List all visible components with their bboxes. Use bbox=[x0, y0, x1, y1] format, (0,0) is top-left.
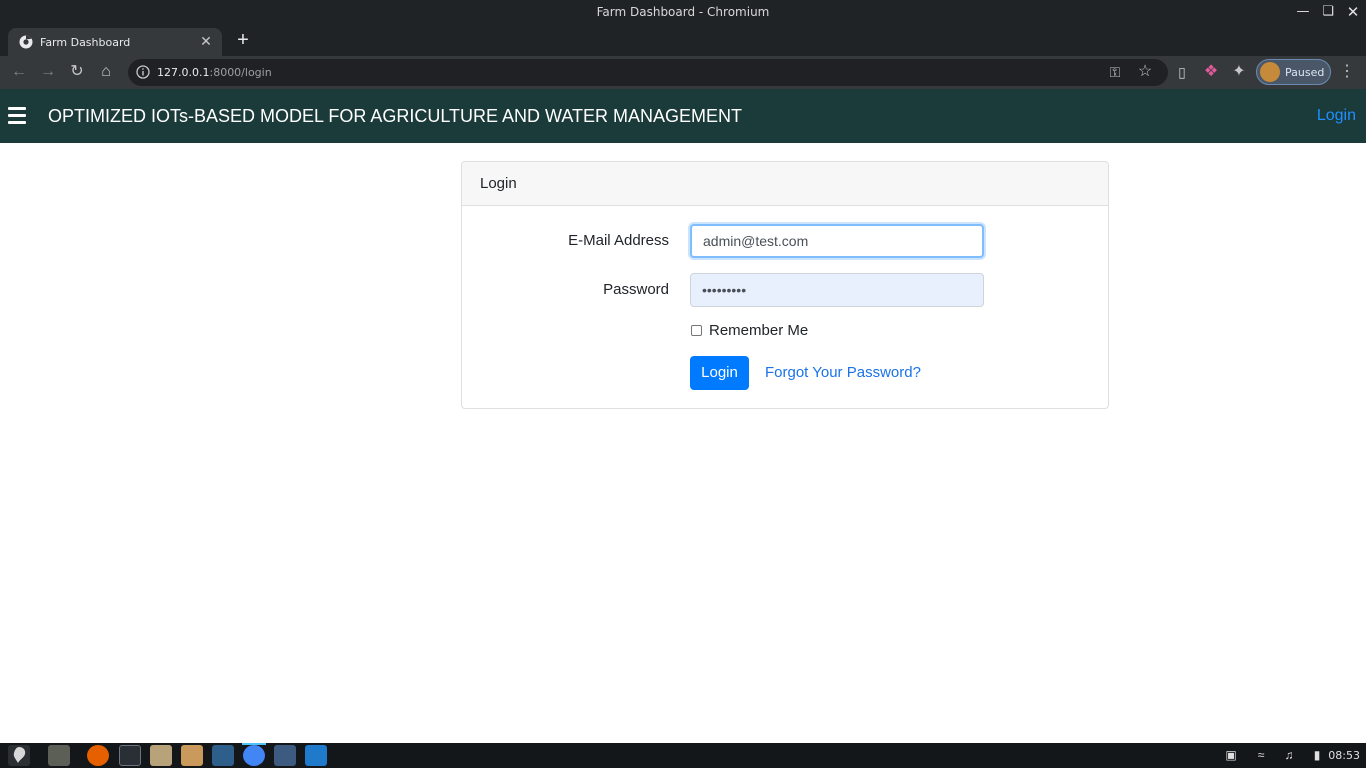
battery-icon[interactable]: ▮ bbox=[1309, 747, 1325, 763]
password-field[interactable] bbox=[690, 273, 984, 307]
app-navbar: OPTIMIZED IOTs-BASED MODEL FOR AGRICULTU… bbox=[0, 89, 1366, 143]
gnome-icon[interactable] bbox=[8, 745, 30, 766]
mysql-workbench-icon[interactable] bbox=[212, 745, 234, 766]
home-icon[interactable]: ⌂ bbox=[97, 63, 115, 81]
page-content: OPTIMIZED IOTs-BASED MODEL FOR AGRICULTU… bbox=[0, 89, 1366, 743]
tab-strip: Farm Dashboard ✕ bbox=[0, 25, 1366, 56]
minimize-icon[interactable]: — bbox=[1294, 3, 1312, 21]
menu-kebab-icon[interactable]: ⋮ bbox=[1338, 63, 1356, 81]
login-card: Login E-Mail Address Password Remember M… bbox=[461, 161, 1109, 409]
reload-icon[interactable]: ↻ bbox=[68, 63, 86, 81]
email-label: E-Mail Address bbox=[568, 232, 669, 249]
address-path: :8000/login bbox=[209, 66, 272, 79]
login-submit-button[interactable]: Login bbox=[690, 356, 749, 390]
forgot-password-link[interactable]: Forgot Your Password? bbox=[765, 364, 921, 381]
remote-desktop-icon[interactable] bbox=[274, 745, 296, 766]
new-tab-icon[interactable]: + bbox=[232, 30, 254, 52]
folder-icon[interactable] bbox=[150, 745, 172, 766]
tab-close-icon[interactable]: ✕ bbox=[198, 33, 214, 49]
chromium-favicon bbox=[19, 35, 33, 49]
site-info-icon[interactable] bbox=[136, 65, 150, 79]
clipboard-icon[interactable]: ▣ bbox=[1223, 747, 1239, 763]
window-title: Farm Dashboard - Chromium bbox=[596, 5, 770, 19]
vscode-icon[interactable] bbox=[305, 745, 327, 766]
profile-button[interactable]: Paused bbox=[1256, 59, 1331, 85]
terminal-icon[interactable] bbox=[119, 745, 141, 766]
window-titlebar: Farm Dashboard - Chromium — ❏ ✕ bbox=[0, 0, 1366, 25]
address-bar[interactable]: 127.0.0.1:8000/login ⚿ ☆ bbox=[128, 59, 1168, 86]
browser-toolbar: ← → ↻ ⌂ 127.0.0.1:8000/login ⚿ ☆ ▯ ❖ ✦ P… bbox=[0, 56, 1366, 89]
avatar bbox=[1260, 62, 1280, 82]
firefox-icon[interactable] bbox=[87, 745, 109, 766]
app-brand: OPTIMIZED IOTs-BASED MODEL FOR AGRICULTU… bbox=[48, 106, 743, 126]
browser-tab[interactable]: Farm Dashboard ✕ bbox=[8, 28, 222, 56]
clock: 08:53 bbox=[1328, 749, 1360, 762]
os-taskbar: ▣ ≈ ♫ ▮ 08:53 bbox=[0, 743, 1366, 768]
close-icon[interactable]: ✕ bbox=[1344, 3, 1362, 21]
music-icon[interactable]: ♫ bbox=[1281, 747, 1297, 763]
chromium-icon[interactable] bbox=[243, 745, 265, 766]
address-host: 127.0.0.1 bbox=[157, 66, 210, 79]
forward-icon[interactable]: → bbox=[39, 63, 57, 81]
address-url: 127.0.0.1:8000/login bbox=[157, 66, 272, 79]
device-icon[interactable]: ▯ bbox=[1173, 63, 1191, 81]
email-field[interactable] bbox=[690, 224, 984, 258]
login-card-header: Login bbox=[462, 162, 1108, 206]
bookmark-star-icon[interactable]: ☆ bbox=[1136, 63, 1154, 81]
color-extension-icon[interactable]: ❖ bbox=[1202, 63, 1220, 81]
files-icon[interactable] bbox=[48, 745, 70, 766]
tab-title: Farm Dashboard bbox=[40, 36, 131, 49]
nav-login-link[interactable]: Login bbox=[1317, 107, 1356, 125]
extensions-puzzle-icon[interactable]: ✦ bbox=[1230, 63, 1248, 81]
hamburger-menu-icon[interactable] bbox=[8, 107, 26, 124]
key-icon[interactable]: ⚿ bbox=[1106, 63, 1124, 81]
remember-me-checkbox[interactable] bbox=[691, 325, 702, 336]
wifi-icon[interactable]: ≈ bbox=[1253, 747, 1269, 763]
remember-me-label[interactable]: Remember Me bbox=[709, 322, 808, 339]
maximize-icon[interactable]: ❏ bbox=[1319, 3, 1337, 21]
login-card-title: Login bbox=[480, 175, 517, 192]
archive-icon[interactable] bbox=[181, 745, 203, 766]
back-icon[interactable]: ← bbox=[10, 63, 28, 81]
profile-status: Paused bbox=[1285, 66, 1325, 79]
password-label: Password bbox=[603, 281, 669, 298]
